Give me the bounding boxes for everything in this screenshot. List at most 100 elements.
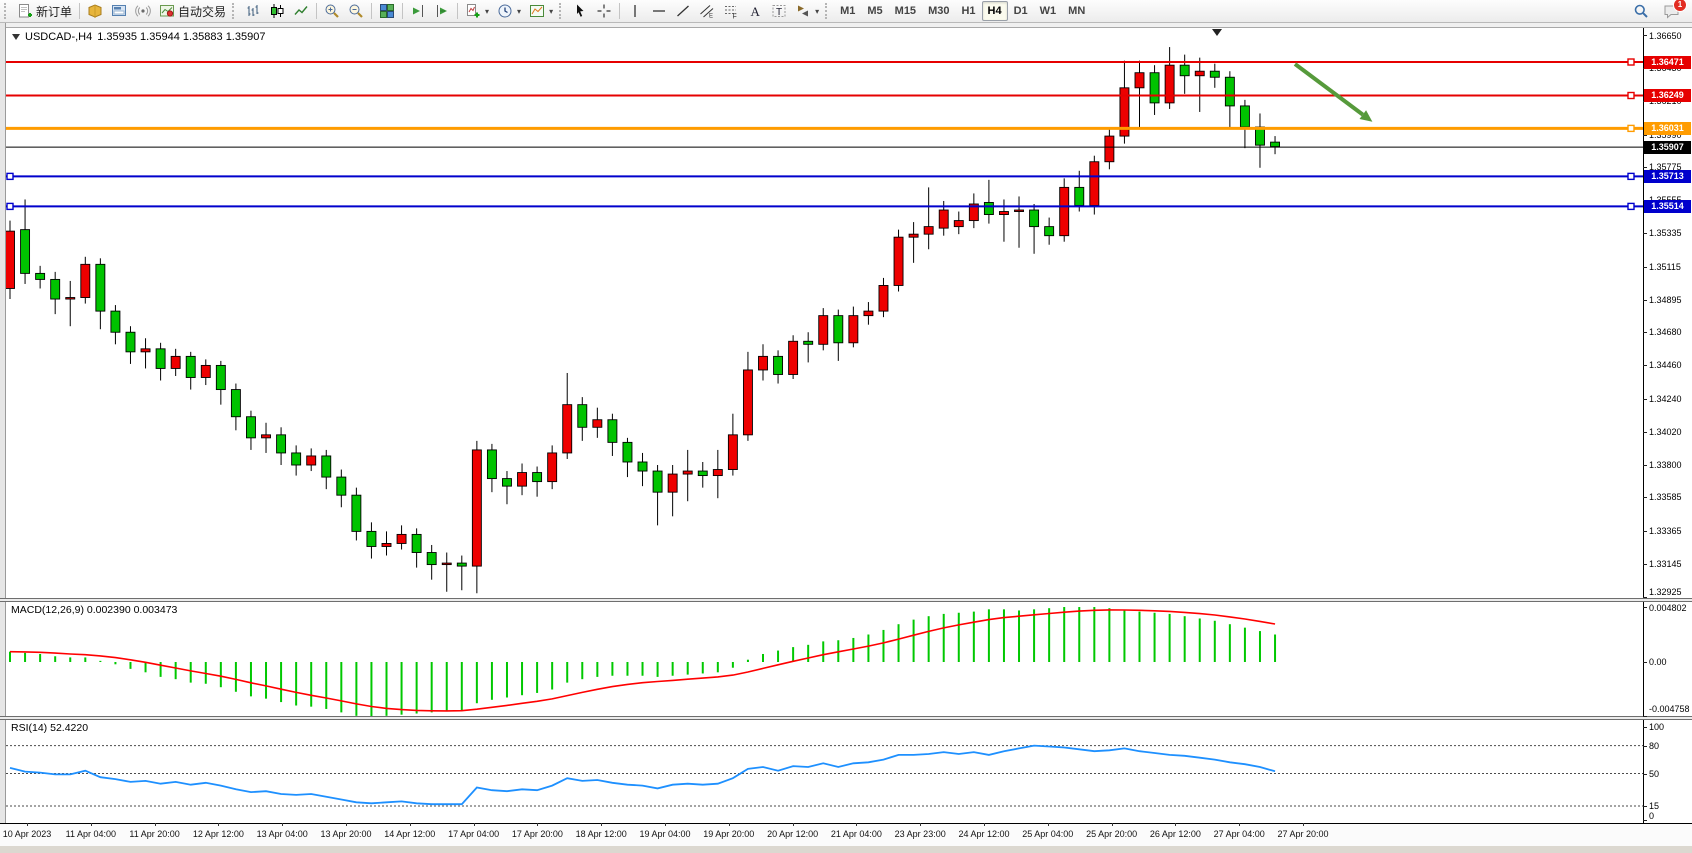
notification-badge[interactable]: 1 — [1673, 0, 1687, 12]
line-handle — [1628, 203, 1634, 209]
horizontal-line-button[interactable] — [647, 1, 671, 21]
equidistant-channel-button[interactable]: E — [695, 1, 719, 21]
macd-signal-line — [10, 610, 1275, 711]
time-axis-label: 10 Apr 2023 — [3, 829, 52, 839]
time-tick-mark — [474, 823, 475, 826]
toolbar-separator — [402, 3, 403, 19]
chart-shift-marker[interactable] — [1212, 29, 1222, 36]
signals-button[interactable] — [131, 1, 155, 21]
templates-dropdown-caret[interactable]: ▾ — [549, 7, 553, 16]
line-handle — [1628, 59, 1634, 65]
svg-text:T: T — [776, 7, 782, 18]
time-tick-mark — [1303, 823, 1304, 826]
toolbar-grip[interactable] — [559, 3, 564, 19]
line-chart-button[interactable] — [289, 1, 313, 21]
text-button[interactable]: A — [743, 1, 767, 21]
toolbar-grip[interactable] — [232, 3, 237, 19]
line-handle — [1628, 125, 1634, 131]
rsi-indicator-chart[interactable] — [6, 720, 1643, 823]
timeframe-h1-button[interactable]: H1 — [955, 1, 981, 21]
trendline-button[interactable] — [671, 1, 695, 21]
price-line-tag[interactable]: 1.35713 — [1644, 170, 1691, 183]
zoom-in-button[interactable] — [320, 1, 344, 21]
toolbar-separator — [457, 3, 458, 19]
autotrading-label: 自动交易 — [178, 3, 226, 20]
time-axis-label: 25 Apr 20:00 — [1086, 829, 1137, 839]
timeframe-d1-button[interactable]: D1 — [1008, 1, 1034, 21]
chat-button[interactable]: 1 — [1659, 1, 1684, 21]
toolbar-grip[interactable] — [825, 3, 830, 19]
price-line-tag[interactable]: 1.36471 — [1644, 56, 1691, 69]
panel-splitter[interactable] — [0, 716, 1692, 720]
tile-windows-icon — [379, 3, 395, 19]
arrows-button[interactable]: ▾ — [791, 1, 823, 21]
time-axis-label: 11 Apr 04:00 — [66, 829, 116, 839]
crosshair-button[interactable] — [592, 1, 616, 21]
periods-button[interactable]: ▾ — [493, 1, 525, 21]
timeframe-m30-button[interactable]: M30 — [922, 1, 955, 21]
arrows-dropdown-caret[interactable]: ▾ — [815, 7, 819, 16]
rsi-tick-label: 100 — [1649, 721, 1691, 733]
time-tick-mark — [346, 823, 347, 826]
autotrading-button[interactable]: 自动交易 — [155, 1, 230, 21]
time-tick-mark — [984, 823, 985, 826]
templates-button[interactable]: ▾ — [525, 1, 557, 21]
macd-indicator-chart[interactable] — [6, 602, 1643, 716]
price-tick-label: 1.35335 — [1649, 227, 1691, 239]
equidistant-channel-icon: E — [699, 3, 715, 19]
trendline-icon — [675, 3, 691, 19]
time-axis-label: 13 Apr 04:00 — [257, 829, 308, 839]
auto-scroll-button[interactable] — [406, 1, 430, 21]
time-tick-mark — [1048, 823, 1049, 826]
time-tick-mark — [601, 823, 602, 826]
periods-dropdown-caret[interactable]: ▾ — [517, 7, 521, 16]
current-price-tag[interactable]: 1.35907 — [1644, 141, 1691, 154]
price-tick-mark — [1643, 267, 1647, 268]
timeframe-mn-button[interactable]: MN — [1062, 1, 1091, 21]
price-tick-label: 1.36650 — [1649, 30, 1691, 42]
vertical-line-icon — [627, 3, 643, 19]
search-button[interactable] — [1629, 1, 1653, 21]
price-line-tag[interactable]: 1.36249 — [1644, 89, 1691, 102]
main-price-chart[interactable] — [6, 28, 1643, 598]
tile-windows-button[interactable] — [375, 1, 399, 21]
price-line-tag[interactable]: 1.35514 — [1644, 200, 1691, 213]
indicators-dropdown-caret[interactable]: ▾ — [485, 7, 489, 16]
fibonacci-button[interactable]: F — [719, 1, 743, 21]
price-tick-label: 1.34460 — [1649, 359, 1691, 371]
price-line-tag[interactable]: 1.36031 — [1644, 122, 1691, 135]
chart-collapse-icon[interactable] — [12, 34, 20, 40]
chart-shift-button[interactable] — [430, 1, 454, 21]
vertical-line-button[interactable] — [623, 1, 647, 21]
timeframe-m15-button[interactable]: M15 — [889, 1, 922, 21]
timeframe-m5-button[interactable]: M5 — [861, 1, 888, 21]
timeframe-w1-button[interactable]: W1 — [1034, 1, 1063, 21]
new-order-button[interactable]: 新订单 — [13, 1, 76, 21]
time-axis-label: 27 Apr 04:00 — [1214, 829, 1265, 839]
panel-splitter[interactable] — [0, 598, 1692, 602]
indicators-button[interactable]: ▾ — [461, 1, 493, 21]
macd-tick-mark — [1643, 716, 1647, 717]
zoom-out-button[interactable] — [344, 1, 368, 21]
line-handle — [7, 203, 13, 209]
time-axis-label: 13 Apr 20:00 — [320, 829, 371, 839]
price-tick-mark — [1643, 167, 1647, 168]
price-tick-mark — [1643, 300, 1647, 301]
terminal-button[interactable] — [107, 1, 131, 21]
text-label-icon: T — [771, 3, 787, 19]
candlestick-chart-button[interactable] — [265, 1, 289, 21]
price-tick-mark — [1643, 597, 1647, 598]
toolbar-grip[interactable] — [4, 3, 9, 19]
cursor-button[interactable] — [568, 1, 592, 21]
templates-icon — [529, 3, 545, 19]
chart-ohlc-values: 1.35935 1.35944 1.35883 1.35907 — [97, 31, 265, 43]
bar-chart-button[interactable] — [241, 1, 265, 21]
time-axis-label: 18 Apr 12:00 — [576, 829, 627, 839]
market-watch-button[interactable] — [83, 1, 107, 21]
timeframe-m1-button[interactable]: M1 — [834, 1, 861, 21]
timeframe-h4-button[interactable]: H4 — [982, 1, 1008, 21]
price-tick-mark — [1643, 432, 1647, 433]
text-label-button[interactable]: T — [767, 1, 791, 21]
time-tick-mark — [665, 823, 666, 826]
new-order-icon — [17, 3, 33, 19]
